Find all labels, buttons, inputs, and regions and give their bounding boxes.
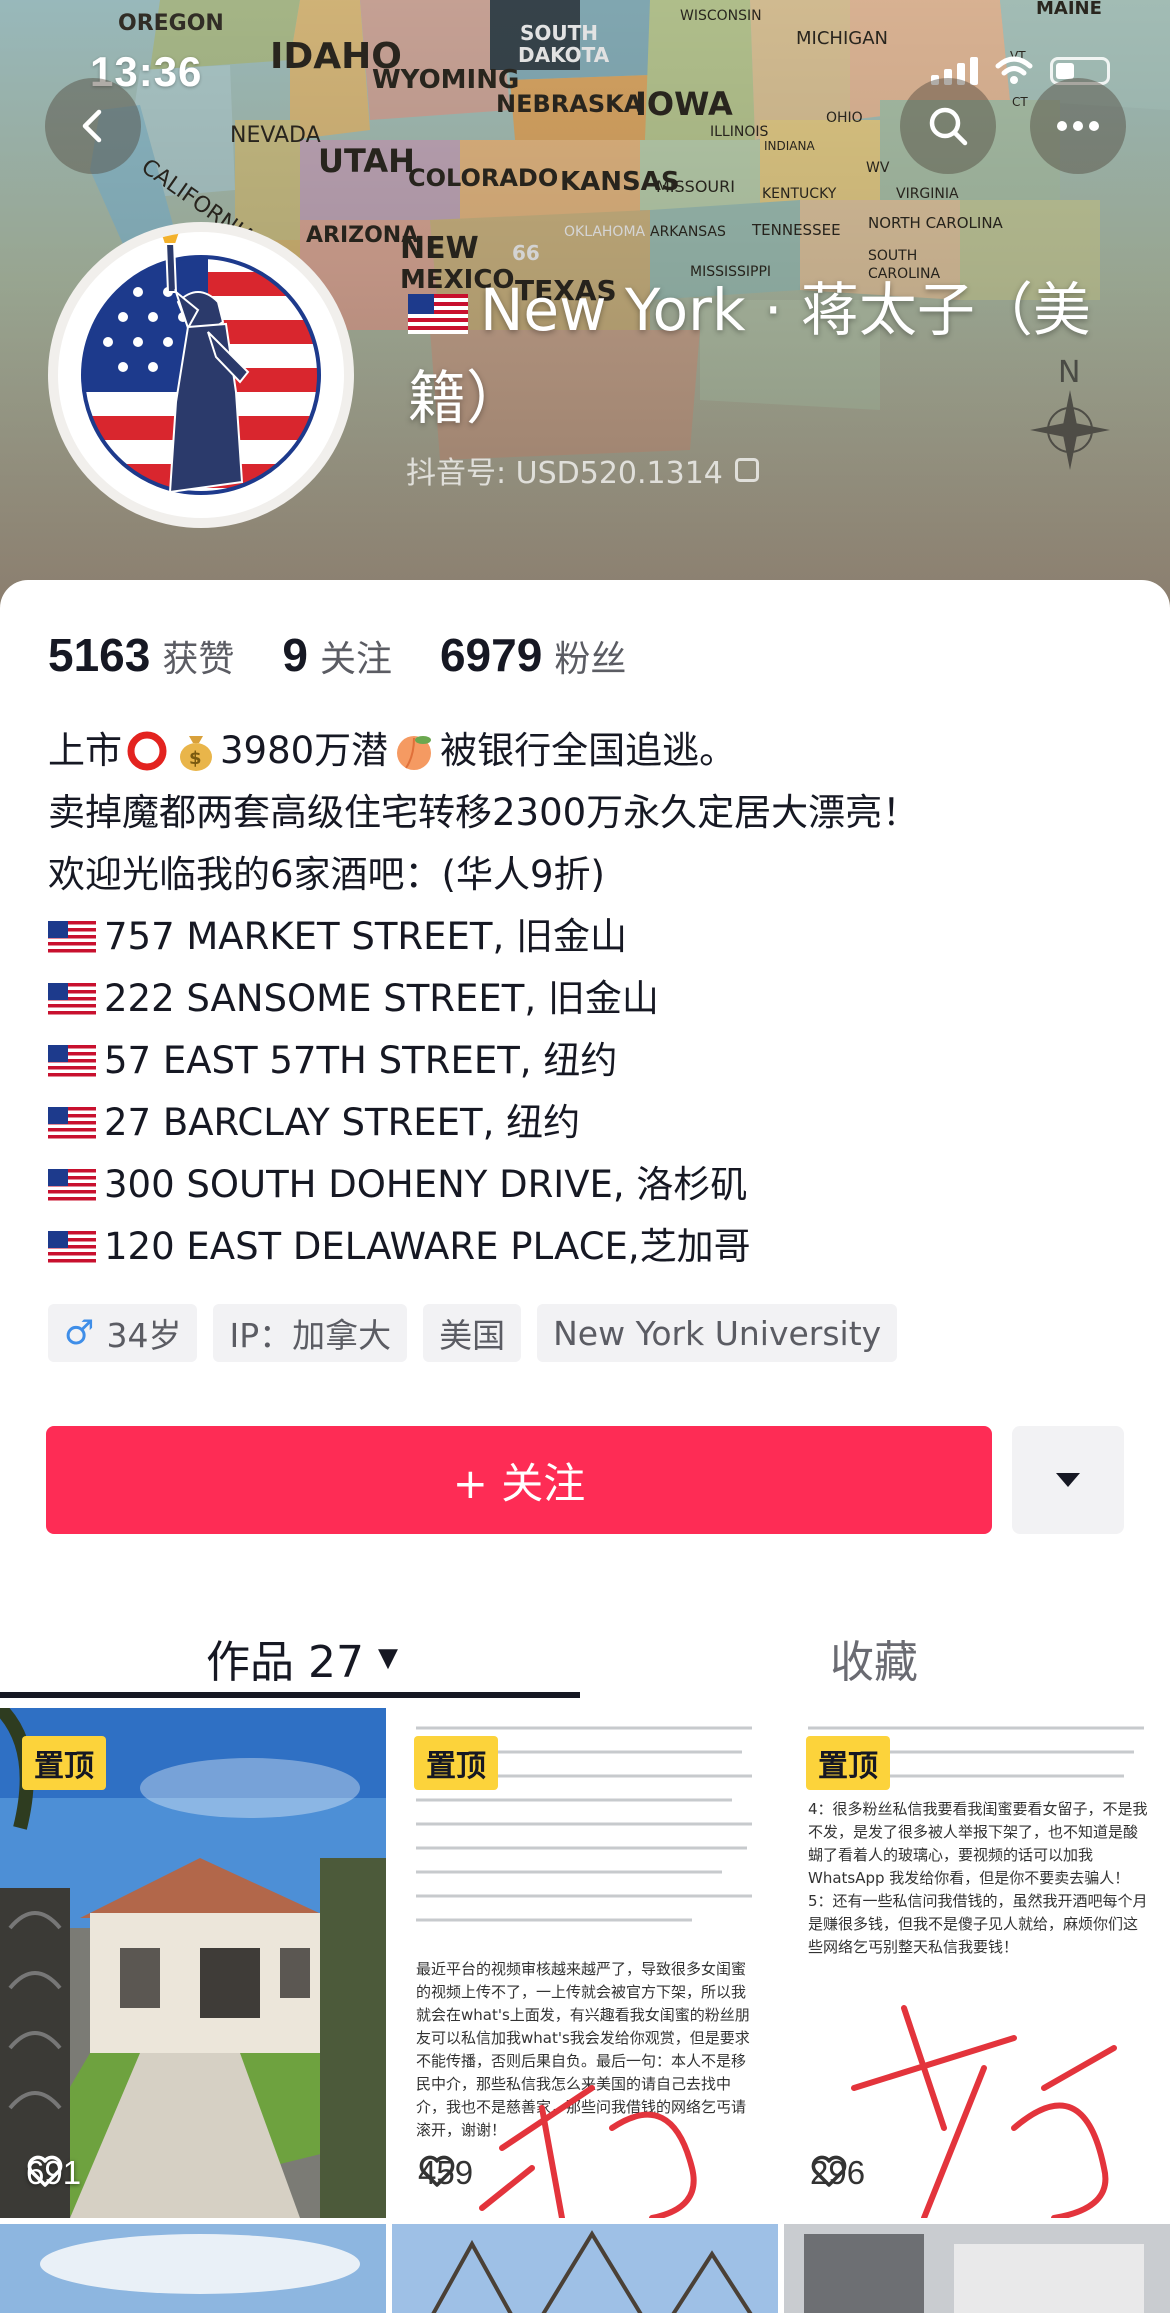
heart-icon — [811, 2155, 847, 2187]
address-text: 222 SANSOME STREET, 旧金山 — [104, 977, 659, 1020]
red-circle-icon — [127, 731, 167, 771]
bio-address-6: 120 EAST DELAWARE PLACE,芝加哥 — [48, 1216, 1128, 1278]
profile-card: 5163 获赞 9 关注 6979 粉丝 上市 $ 3980万潜 被银行全国追逃… — [0, 580, 1170, 2313]
stat-following-value: 9 — [282, 629, 308, 681]
chevron-left-icon — [82, 109, 102, 143]
recommend-dropdown-button[interactable] — [1012, 1426, 1124, 1534]
bio-line-1: 上市 $ 3980万潜 被银行全国追逃。 — [48, 720, 1128, 782]
address-text: 57 EAST 57TH STREET, 纽约 — [104, 1039, 618, 1082]
follow-button[interactable]: + 关注 — [46, 1426, 992, 1534]
video-thumbnail — [0, 2224, 386, 2313]
profile-bio: 上市 $ 3980万潜 被银行全国追逃。 卖掉魔都两套高级住宅转移2300万永久… — [48, 720, 1128, 1278]
triangle-down-icon — [1056, 1473, 1080, 1487]
heart-icon — [419, 2155, 455, 2187]
bio-address-1: 757 MARKET STREET, 旧金山 — [48, 906, 1128, 968]
more-dots-icon — [1057, 121, 1099, 131]
us-flag-icon — [48, 921, 96, 953]
tab-works-label: 作品 27 — [206, 1637, 364, 1688]
us-flag-icon — [408, 272, 468, 356]
pinned-badge: 置顶 — [22, 1736, 106, 1790]
tab-favorites[interactable]: 收藏 — [830, 1600, 918, 1716]
stat-likes[interactable]: 5163 获赞 — [48, 628, 234, 682]
video-tile[interactable] — [392, 2224, 778, 2313]
profile-stats: 5163 获赞 9 关注 6979 粉丝 — [48, 628, 674, 682]
bio-line-1-a: 上市 — [48, 729, 122, 772]
video-tile[interactable] — [0, 2224, 386, 2313]
caret-down-icon: ▼ — [377, 1643, 398, 1673]
stat-followers-value: 6979 — [439, 629, 543, 681]
video-thumbnail — [784, 2224, 1170, 2313]
male-icon: ♂ — [64, 1313, 95, 1353]
bio-address-4: 27 BARCLAY STREET, 纽约 — [48, 1092, 1128, 1154]
tag-school[interactable]: New York University — [537, 1304, 898, 1362]
peach-icon — [397, 736, 432, 770]
search-button[interactable] — [900, 78, 996, 174]
bio-address-5: 300 SOUTH DOHENY DRIVE, 洛杉矶 — [48, 1154, 1128, 1216]
video-likes: 691 — [26, 2154, 81, 2192]
stat-followers-label: 粉丝 — [554, 639, 627, 680]
bio-line-1-b: 3980万潜 — [220, 729, 389, 772]
tag-age-text: 34岁 — [106, 1316, 182, 1355]
video-likes: 296 — [810, 2154, 865, 2192]
tag-age: ♂ 34岁 — [48, 1304, 198, 1362]
copy-icon[interactable] — [734, 458, 759, 482]
back-button[interactable] — [45, 78, 141, 174]
stat-likes-value: 5163 — [48, 629, 151, 681]
us-flag-icon — [48, 983, 96, 1015]
address-text: 757 MARKET STREET, 旧金山 — [104, 915, 628, 958]
stat-followers[interactable]: 6979 粉丝 — [440, 628, 626, 682]
stat-likes-label: 获赞 — [162, 639, 235, 680]
search-icon — [929, 107, 968, 146]
bio-line-1-c: 被银行全国追逃。 — [440, 729, 737, 772]
us-flag-icon — [48, 1045, 96, 1077]
tag-ip: IP：加拿大 — [213, 1304, 408, 1362]
douyin-id-text: 抖音号: USD520.1314 — [406, 456, 723, 491]
address-text: 27 BARCLAY STREET, 纽约 — [104, 1101, 581, 1144]
us-flag-icon — [48, 1231, 96, 1263]
active-tab-indicator — [0, 1692, 580, 1698]
money-bag-icon: $ — [180, 736, 212, 771]
pinned-badge: 置顶 — [414, 1736, 498, 1790]
douyin-id[interactable]: 抖音号: USD520.1314 — [406, 448, 759, 492]
wifi-icon — [995, 56, 1033, 84]
video-likes: 459 — [418, 2154, 473, 2192]
stat-following-label: 关注 — [319, 639, 392, 680]
stat-following[interactable]: 9 关注 — [282, 628, 392, 682]
follow-button-label: + 关注 — [452, 1458, 586, 1508]
profile-tags: ♂ 34岁 IP：加拿大 美国 New York University — [48, 1304, 898, 1362]
video-thumbnail — [392, 2224, 778, 2313]
bio-address-3: 57 EAST 57TH STREET, 纽约 — [48, 1030, 1128, 1092]
us-flag-icon — [48, 1107, 96, 1139]
svg-text:$: $ — [189, 748, 202, 769]
video-tile[interactable] — [784, 2224, 1170, 2313]
pinned-badge: 置顶 — [806, 1736, 890, 1790]
nickname-text: New York · 蒋太子（美籍） — [408, 276, 1091, 432]
bio-address-2: 222 SANSOME STREET, 旧金山 — [48, 968, 1128, 1030]
video-tile[interactable]: 4：很多粉丝私信我要看我闺蜜要看女留子，不是我不发，是发了很多被人举报下架了，也… — [784, 1708, 1170, 2218]
video-tile[interactable]: 置顶 691 — [0, 1708, 386, 2218]
bio-line-3: 欢迎光临我的6家酒吧：(华人9折) — [48, 853, 605, 896]
address-text: 120 EAST DELAWARE PLACE,芝加哥 — [104, 1225, 751, 1268]
video-tile[interactable]: 最近平台的视频审核越来越严了，导致很多女闺蜜的视频上传不了，一上传就会被官方下架… — [392, 1708, 778, 2218]
avatar[interactable] — [48, 222, 354, 528]
tag-country[interactable]: 美国 — [423, 1304, 522, 1362]
more-options-button[interactable] — [1030, 78, 1126, 174]
address-text: 300 SOUTH DOHENY DRIVE, 洛杉矶 — [104, 1163, 748, 1206]
heart-icon — [27, 2155, 63, 2187]
profile-nickname: New York · 蒋太子（美籍） — [408, 268, 1128, 440]
profile-tabs: 作品 27 ▼ 收藏 — [0, 1600, 1170, 1716]
statue-of-liberty-flag-avatar — [81, 232, 321, 495]
tab-favorites-label: 收藏 — [830, 1637, 918, 1688]
bio-line-2: 卖掉魔都两套高级住宅转移2300万永久定居大漂亮！ — [48, 791, 920, 834]
tab-works[interactable]: 作品 27 ▼ — [206, 1600, 398, 1716]
us-flag-icon — [48, 1169, 96, 1201]
